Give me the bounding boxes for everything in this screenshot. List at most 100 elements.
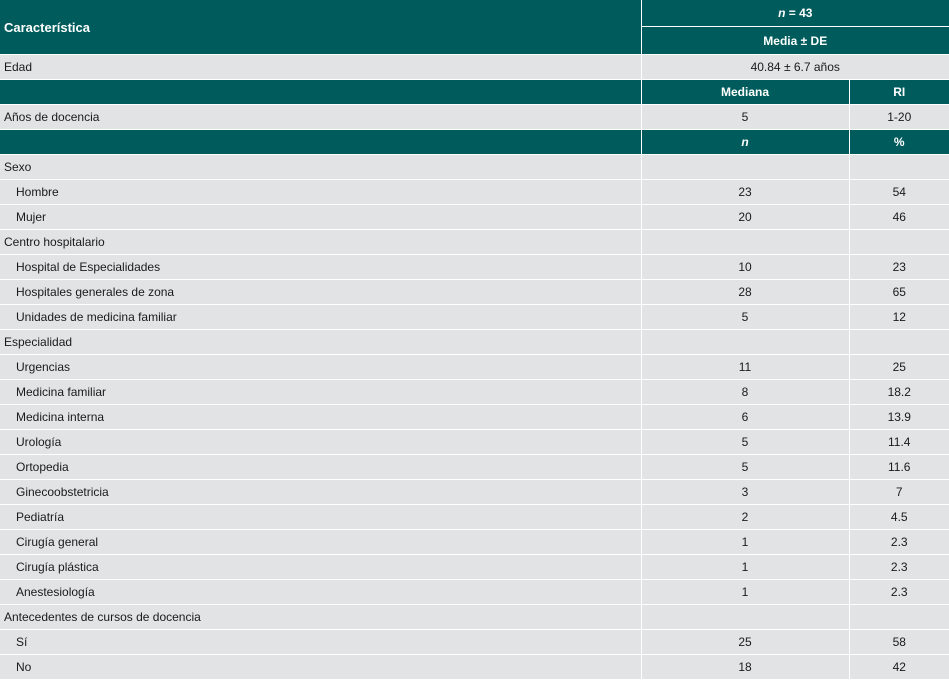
row-n: 1 [641,529,850,555]
row-n: 11 [641,354,850,380]
teaching-years-median: 5 [641,104,850,130]
row-percent: 11.6 [849,454,949,480]
row-label: Pediatría [0,504,642,530]
table-row: Urgencias 11 25 [0,354,949,380]
ri-header: RI [849,79,949,105]
count-header-row: n % [0,129,949,155]
group-n-blank [641,329,850,355]
group-title: Sexo [0,154,642,180]
characteristic-header: Característica [0,0,642,55]
row-label: Medicina interna [0,404,642,430]
median-header-row: Mediana RI [0,79,949,105]
age-row: Edad 40.84 ± 6.7 años [0,54,949,80]
row-percent: 4.5 [849,504,949,530]
group-title: Centro hospitalario [0,229,642,255]
group-row: Centro hospitalario [0,229,949,255]
row-label: Unidades de medicina familiar [0,304,642,330]
group-n-blank [641,154,850,180]
group-row: Sexo [0,154,949,180]
teaching-years-row: Años de docencia 5 1-20 [0,104,949,130]
row-n: 8 [641,379,850,405]
group-title: Especialidad [0,329,642,355]
table-row: No 18 42 [0,654,949,680]
group-row: Especialidad [0,329,949,355]
row-percent: 7 [849,479,949,505]
row-label: Urgencias [0,354,642,380]
row-n: 18 [641,654,850,680]
row-label: Ortopedia [0,454,642,480]
table-row: Urología 5 11.4 [0,429,949,455]
table-row: Anestesiología 1 2.3 [0,579,949,605]
row-label: Mujer [0,204,642,230]
row-n: 1 [641,554,850,580]
table-row: Cirugía general 1 2.3 [0,529,949,555]
row-label: Hospitales generales de zona [0,279,642,305]
row-percent: 2.3 [849,529,949,555]
table-row: Mujer 20 46 [0,204,949,230]
count-header-blank [0,129,642,155]
row-percent: 13.9 [849,404,949,430]
row-n: 5 [641,454,850,480]
row-label: Cirugía general [0,529,642,555]
row-n: 28 [641,279,850,305]
row-n: 20 [641,204,850,230]
group-pct-blank [849,329,949,355]
row-n: 10 [641,254,850,280]
table-row: Hombre 23 54 [0,179,949,205]
row-percent: 11.4 [849,429,949,455]
percent-header: % [849,129,949,155]
row-label: Hombre [0,179,642,205]
row-n: 25 [641,629,850,655]
row-label: Cirugía plástica [0,554,642,580]
mean-sd-header: Media ± DE [641,26,949,55]
median-header-blank [0,79,642,105]
table-row: Hospitales generales de zona 28 65 [0,279,949,305]
row-label: Sí [0,629,642,655]
row-label: Anestesiología [0,579,642,605]
group-pct-blank [849,229,949,255]
group-pct-blank [849,604,949,630]
row-percent: 42 [849,654,949,680]
table-row: Hospital de Especialidades 10 23 [0,254,949,280]
header-row: Característica n = 43 [0,0,949,55]
table-row: Medicina familiar 8 18.2 [0,379,949,405]
row-percent: 18.2 [849,379,949,405]
row-n: 6 [641,404,850,430]
table-row: Medicina interna 6 13.9 [0,404,949,430]
row-n: 1 [641,579,850,605]
n-value: = 43 [785,6,813,20]
row-label: Hospital de Especialidades [0,254,642,280]
row-percent: 58 [849,629,949,655]
row-percent: 12 [849,304,949,330]
characteristics-table: Característica n = 43 Media ± DE Edad 40… [0,0,949,680]
n-header: n [641,129,850,155]
table-row: Ortopedia 5 11.6 [0,454,949,480]
table-row: Cirugía plástica 1 2.3 [0,554,949,580]
row-percent: 65 [849,279,949,305]
group-n-blank [641,229,850,255]
teaching-years-label: Años de docencia [0,104,642,130]
table-row: Pediatría 2 4.5 [0,504,949,530]
age-label: Edad [0,54,642,80]
row-n: 5 [641,429,850,455]
row-n: 5 [641,304,850,330]
row-label: Ginecoobstetricia [0,479,642,505]
group-pct-blank [849,154,949,180]
row-percent: 2.3 [849,579,949,605]
group-row: Antecedentes de cursos de docencia [0,604,949,630]
table-row: Ginecoobstetricia 3 7 [0,479,949,505]
row-percent: 54 [849,179,949,205]
row-percent: 25 [849,354,949,380]
row-percent: 2.3 [849,554,949,580]
row-n: 2 [641,504,850,530]
teaching-years-ri: 1-20 [849,104,949,130]
row-label: No [0,654,642,680]
row-n: 23 [641,179,850,205]
table-row: Unidades de medicina familiar 5 12 [0,304,949,330]
row-percent: 46 [849,204,949,230]
table-row: Sí 25 58 [0,629,949,655]
row-percent: 23 [849,254,949,280]
median-header: Mediana [641,79,850,105]
group-n-blank [641,604,850,630]
row-label: Urología [0,429,642,455]
